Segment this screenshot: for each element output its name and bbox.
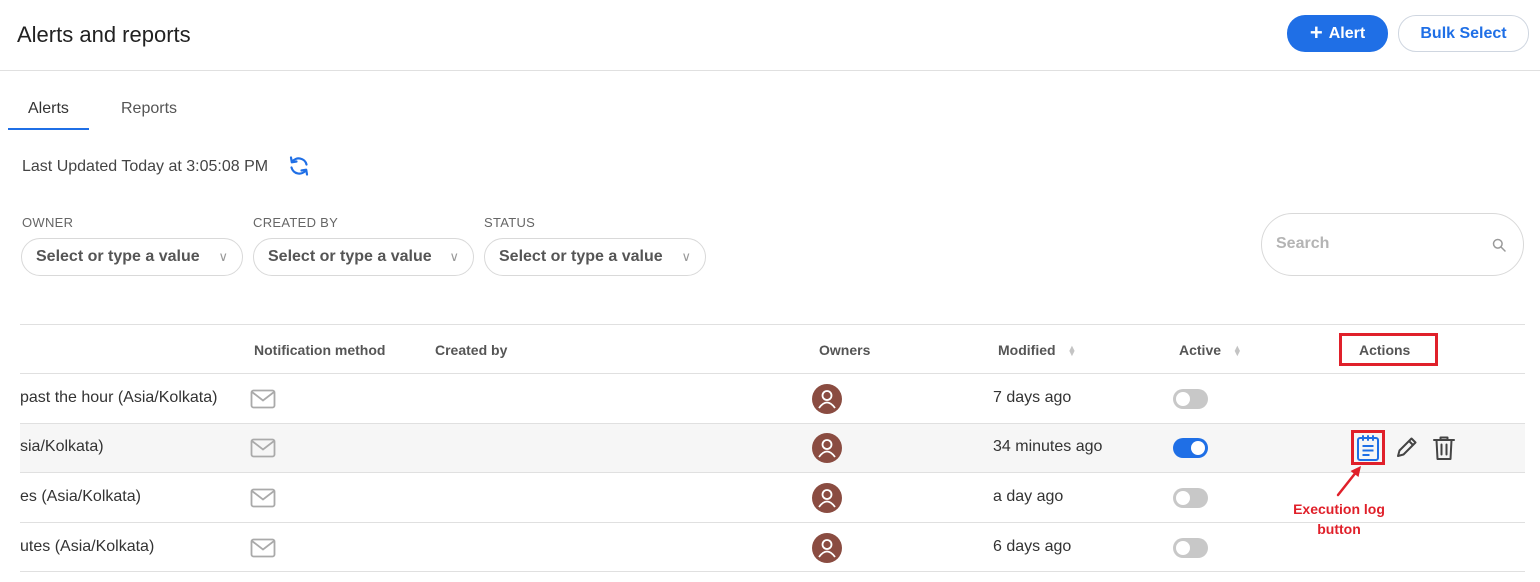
search-placeholder: Search <box>1276 235 1330 252</box>
column-header-modified-label: Modified <box>998 342 1056 358</box>
owner-avatar[interactable] <box>812 384 842 414</box>
modified-text: 34 minutes ago <box>993 438 1103 455</box>
sort-icon[interactable]: ▲ ▼ <box>1067 344 1076 358</box>
table-row: past the hour (Asia/Kolkata) 7 days ago <box>20 373 1525 423</box>
page-title: Alerts and reports <box>17 22 191 47</box>
mail-icon <box>250 488 276 508</box>
status-filter-label: STATUS <box>484 215 536 230</box>
alert-name[interactable]: sia/Kolkata) <box>20 438 104 456</box>
bulk-select-button[interactable]: Bulk Select <box>1398 15 1529 52</box>
table-row: sia/Kolkata) 34 minutes ago <box>20 423 1525 473</box>
owner-avatar[interactable] <box>812 533 842 563</box>
owner-avatar[interactable] <box>812 483 842 513</box>
mail-icon <box>250 438 276 458</box>
annotation-label: Execution log button <box>1280 499 1398 539</box>
edit-icon[interactable] <box>1393 434 1419 462</box>
column-header-active-label: Active <box>1179 342 1222 358</box>
add-alert-label: Alert <box>1328 24 1366 42</box>
refresh-icon[interactable] <box>287 154 311 178</box>
tab-alerts[interactable]: Alerts <box>28 100 69 118</box>
alert-name[interactable]: es (Asia/Kolkata) <box>20 488 141 506</box>
page-header: Alerts and reports + Alert Bulk Select <box>0 0 1540 71</box>
column-header-notification-method: Notification method <box>254 342 386 358</box>
search-input[interactable]: Search <box>1261 213 1524 276</box>
table-bottom-border <box>20 571 1525 572</box>
created-by-select-placeholder: Select or type a value <box>268 248 432 265</box>
last-updated-text: Last Updated Today at 3:05:08 PM <box>22 158 269 175</box>
created-by-select[interactable]: Select or type a value ∨ <box>253 238 474 276</box>
user-icon <box>818 439 836 458</box>
column-header-active[interactable]: Active ▲ ▼ <box>1179 342 1242 358</box>
add-alert-button[interactable]: + Alert <box>1287 15 1388 52</box>
active-toggle[interactable] <box>1173 488 1208 508</box>
status-select-placeholder: Select or type a value <box>499 248 663 265</box>
trash-icon[interactable] <box>1431 434 1457 462</box>
alert-name[interactable]: past the hour (Asia/Kolkata) <box>20 389 217 407</box>
active-toggle[interactable] <box>1173 389 1208 409</box>
annotation-arrow <box>1336 466 1361 497</box>
mail-icon <box>250 538 276 558</box>
status-select[interactable]: Select or type a value ∨ <box>484 238 706 276</box>
created-by-filter-label: CREATED BY <box>253 215 339 230</box>
modified-text: a day ago <box>993 488 1064 505</box>
annotation-line1: Execution log <box>1293 501 1385 517</box>
chevron-down-icon: ∨ <box>681 249 691 264</box>
user-icon <box>818 390 836 409</box>
user-icon <box>818 489 836 508</box>
modified-text: 7 days ago <box>993 389 1072 406</box>
user-icon <box>818 539 836 558</box>
owner-filter-label: OWNER <box>22 215 74 230</box>
column-header-modified[interactable]: Modified ▲ ▼ <box>998 342 1076 358</box>
active-tab-indicator <box>8 128 89 130</box>
active-toggle[interactable] <box>1173 438 1208 458</box>
column-header-owners: Owners <box>819 342 871 358</box>
chevron-down-icon: ∨ <box>449 249 459 264</box>
mail-icon <box>250 389 276 409</box>
plus-icon: + <box>1309 19 1323 45</box>
active-toggle[interactable] <box>1173 538 1208 558</box>
modified-text: 6 days ago <box>993 538 1072 555</box>
sort-icon[interactable]: ▲ ▼ <box>1233 344 1242 358</box>
execution-log-highlight-box <box>1351 430 1385 465</box>
chevron-down-icon: ∨ <box>218 249 228 264</box>
owner-select-placeholder: Select or type a value <box>36 248 200 265</box>
table-top-border <box>20 324 1525 325</box>
annotation-line2: button <box>1317 521 1361 537</box>
owner-select[interactable]: Select or type a value ∨ <box>21 238 243 276</box>
tab-reports[interactable]: Reports <box>121 100 177 118</box>
search-icon <box>1492 238 1506 252</box>
owner-avatar[interactable] <box>812 433 842 463</box>
column-header-created-by: Created by <box>435 342 508 358</box>
alert-name[interactable]: utes (Asia/Kolkata) <box>20 538 154 556</box>
actions-highlight-box <box>1339 333 1438 366</box>
